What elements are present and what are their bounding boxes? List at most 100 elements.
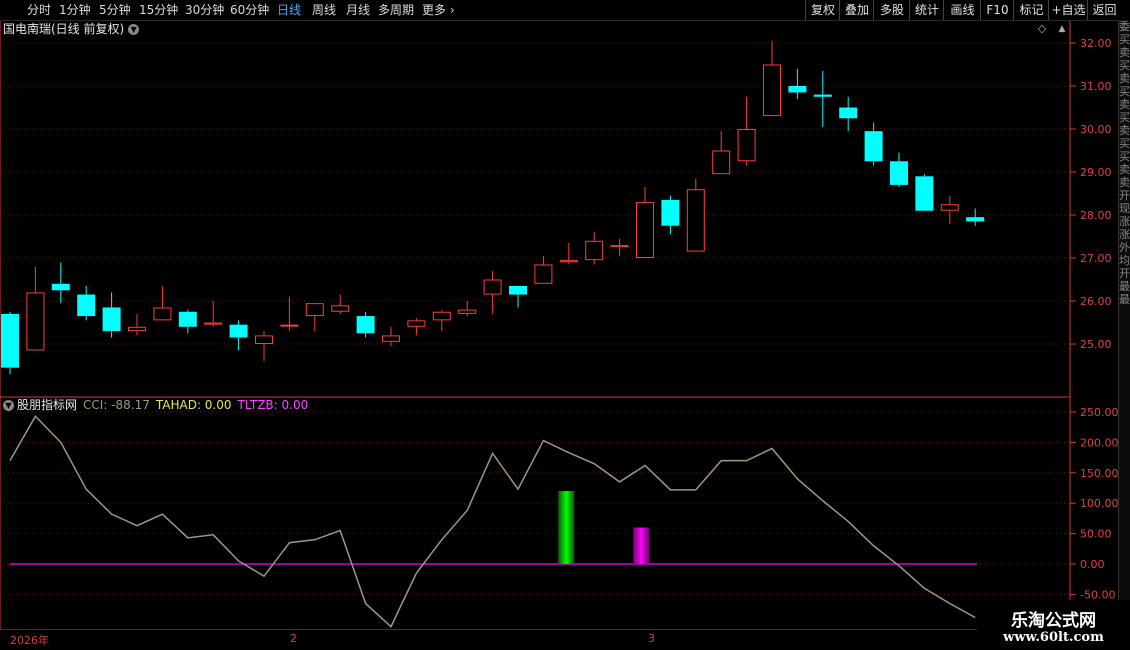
- indicator-tick-label: 150.00: [1080, 467, 1119, 480]
- tab-4[interactable]: 30分钟: [185, 0, 224, 20]
- chevron-down-icon[interactable]: ▼: [3, 400, 14, 411]
- date-axis: [0, 630, 977, 650]
- candle-body-up: [204, 322, 223, 325]
- toolbar-button-3[interactable]: 统计: [909, 0, 944, 20]
- tab-0[interactable]: 分时: [27, 0, 51, 20]
- candle[interactable]: [610, 238, 629, 256]
- indicator-tick-label: 250.00: [1080, 406, 1119, 419]
- candle[interactable]: [382, 326, 400, 347]
- candle[interactable]: [255, 331, 273, 362]
- candle[interactable]: [153, 285, 172, 321]
- candle-body-up: [686, 189, 705, 252]
- candle-body-down: [864, 131, 883, 162]
- candle[interactable]: [356, 311, 375, 338]
- candle-body-up: [585, 240, 604, 261]
- candle-body-up: [636, 202, 654, 259]
- candles[interactable]: [1, 40, 985, 375]
- candle[interactable]: [890, 152, 908, 188]
- candle[interactable]: [229, 320, 248, 351]
- candle-body-down: [813, 94, 832, 97]
- toolbar-button-5[interactable]: F10: [980, 0, 1014, 20]
- candle[interactable]: [178, 309, 197, 334]
- candle[interactable]: [686, 178, 705, 252]
- candle-body-down: [661, 199, 680, 226]
- watermark-url: www.60lt.com: [1003, 630, 1104, 645]
- candle-body-up: [407, 320, 426, 327]
- candle[interactable]: [458, 301, 477, 317]
- candle[interactable]: [1, 311, 19, 375]
- candle[interactable]: [636, 187, 654, 259]
- tab-5[interactable]: 60分钟: [230, 0, 269, 20]
- candle[interactable]: [483, 270, 502, 314]
- tab-2[interactable]: 5分钟: [99, 0, 131, 20]
- candle-body-up: [255, 335, 273, 344]
- indicator-tick-label: 0.00: [1080, 558, 1105, 571]
- candle-body-up: [382, 335, 400, 342]
- candle[interactable]: [77, 285, 96, 321]
- caret-up-icon[interactable]: ▲: [1056, 23, 1068, 35]
- tahad-bar: [558, 491, 575, 564]
- candle[interactable]: [813, 70, 832, 127]
- chevron-down-icon[interactable]: ▼: [128, 24, 140, 35]
- date-label: 2: [290, 632, 297, 645]
- tltzb-label: TLTZB: 0.00: [237, 398, 309, 412]
- candle[interactable]: [559, 242, 578, 265]
- indicator-name[interactable]: 股朋指标网: [17, 398, 77, 412]
- candle[interactable]: [128, 313, 146, 336]
- tab-8[interactable]: 月线: [346, 0, 370, 20]
- candle[interactable]: [940, 195, 959, 224]
- candle-body-down: [178, 311, 197, 327]
- toolbar-button-4[interactable]: 画线: [943, 0, 981, 20]
- candle[interactable]: [331, 294, 350, 314]
- candle[interactable]: [763, 40, 781, 117]
- indicator-pane-frame: [0, 396, 1071, 631]
- toolbar-button-6[interactable]: 标记: [1013, 0, 1049, 20]
- candle[interactable]: [661, 195, 680, 235]
- tab-6[interactable]: 日线: [277, 0, 301, 20]
- stock-title-text: 国电南瑞(日线 前复权): [3, 22, 125, 36]
- candle[interactable]: [407, 318, 426, 336]
- candle-body-up: [610, 245, 629, 248]
- candle[interactable]: [280, 296, 299, 332]
- tab-9[interactable]: 多周期: [378, 0, 414, 20]
- indicator-plot[interactable]: [9, 415, 977, 628]
- watermark: 乐淘公式网 www.60lt.com: [977, 600, 1130, 650]
- candle[interactable]: [585, 232, 604, 265]
- candle[interactable]: [305, 303, 324, 332]
- toolbar-button-7[interactable]: +自选: [1048, 0, 1088, 20]
- price-tick-label: 27.00: [1080, 252, 1112, 265]
- candle[interactable]: [51, 262, 70, 304]
- candle[interactable]: [432, 309, 451, 332]
- candle[interactable]: [204, 301, 223, 327]
- candle[interactable]: [737, 96, 756, 166]
- candle-body-up: [153, 307, 172, 321]
- candle[interactable]: [864, 122, 883, 166]
- toolbar-button-2[interactable]: 多股: [873, 0, 910, 20]
- candle[interactable]: [509, 285, 527, 308]
- tab-1[interactable]: 1分钟: [59, 0, 91, 20]
- candle[interactable]: [102, 292, 121, 338]
- candle[interactable]: [966, 208, 985, 226]
- candle-body-down: [509, 285, 527, 295]
- price-pane-frame: [0, 19, 1071, 398]
- candle-body-up: [737, 129, 756, 162]
- candle[interactable]: [712, 131, 731, 175]
- tab-7[interactable]: 周线: [312, 0, 336, 20]
- tab-3[interactable]: 15分钟: [139, 0, 178, 20]
- diamond-icon[interactable]: ◇: [1036, 23, 1048, 35]
- stock-title[interactable]: 国电南瑞(日线 前复权) ▼: [3, 21, 140, 37]
- cci-label: CCI: -88.17: [83, 398, 150, 412]
- candle[interactable]: [26, 266, 45, 351]
- tab-10[interactable]: 更多 ›: [422, 0, 455, 20]
- candle[interactable]: [534, 255, 553, 284]
- toolbar-button-1[interactable]: 叠加: [839, 0, 874, 20]
- candle[interactable]: [915, 174, 934, 211]
- toolbar-button-8[interactable]: 返回: [1087, 0, 1121, 20]
- candle[interactable]: [788, 68, 807, 99]
- candle[interactable]: [839, 96, 858, 132]
- candle-body-up: [712, 150, 731, 175]
- kline-chart[interactable]: 32.0031.0030.0029.0028.0027.0026.0025.00…: [0, 0, 1130, 650]
- candle-body-down: [77, 294, 96, 317]
- indicator-tick-label: 50.00: [1080, 528, 1112, 541]
- toolbar-button-0[interactable]: 复权: [805, 0, 840, 20]
